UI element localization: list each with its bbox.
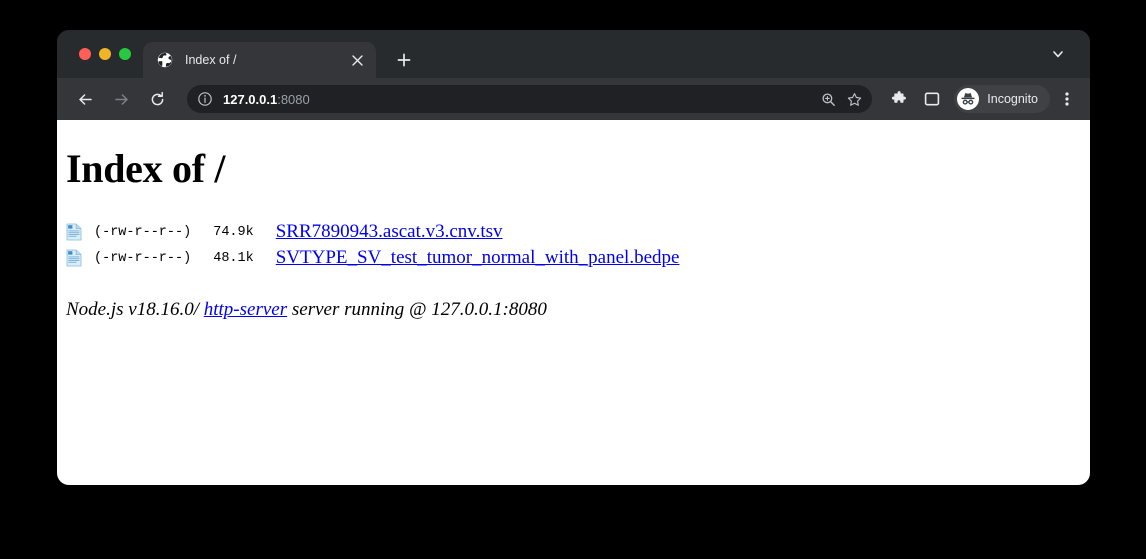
table-row[interactable]: (-rw-r--r--) 48.1k SVTYPE_SV_test_tumor_…: [66, 245, 679, 271]
file-document-icon: [66, 249, 82, 267]
close-tab-button[interactable]: [348, 51, 366, 69]
extensions-button[interactable]: [885, 85, 913, 113]
address-bar[interactable]: 127.0.0.1:8080: [187, 85, 873, 113]
reload-button[interactable]: [143, 85, 171, 113]
forward-button[interactable]: [107, 85, 135, 113]
file-name-cell: SRR7890943.ascat.v3.cnv.tsv: [276, 219, 680, 245]
side-panel-button[interactable]: [918, 85, 946, 113]
browser-menu-button[interactable]: [1054, 85, 1080, 113]
profile-incognito-button[interactable]: Incognito: [954, 85, 1050, 113]
globe-icon: [157, 52, 173, 68]
profile-label: Incognito: [987, 92, 1038, 106]
browser-window: Index of / 127.0.0.1:8080 Incognito Inde…: [57, 30, 1090, 485]
file-link[interactable]: SVTYPE_SV_test_tumor_normal_with_panel.b…: [276, 247, 680, 268]
directory-listing-table: (-rw-r--r--) 74.9k SRR7890943.ascat.v3.c…: [66, 219, 679, 271]
table-row[interactable]: (-rw-r--r--) 74.9k SRR7890943.ascat.v3.c…: [66, 219, 679, 245]
file-document-icon: [66, 223, 82, 241]
page-content: Index of / (-rw-r--r--) 74.9k SRR7890943…: [57, 120, 1090, 485]
bookmark-star-icon[interactable]: [842, 87, 866, 111]
browser-tab[interactable]: Index of /: [143, 42, 376, 78]
file-icon-cell: [66, 219, 94, 245]
file-icon-cell: [66, 245, 94, 271]
file-size: 48.1k: [213, 250, 254, 266]
file-permissions: (-rw-r--r--): [94, 224, 192, 240]
maximize-window-button[interactable]: [119, 48, 131, 60]
incognito-icon: [957, 88, 980, 110]
server-footer: Node.js v18.16.0/ http-server server run…: [66, 299, 1080, 321]
close-window-button[interactable]: [79, 48, 91, 60]
tab-strip: Index of /: [57, 30, 1090, 78]
address-bar-text: 127.0.0.1:8080: [223, 92, 814, 107]
footer-suffix: server running @ 127.0.0.1:8080: [287, 299, 547, 320]
footer-prefix: Node.js v18.16.0/: [66, 299, 204, 320]
minimize-window-button[interactable]: [99, 48, 111, 60]
browser-toolbar: 127.0.0.1:8080 Incognito: [57, 78, 1090, 120]
url-port: :8080: [277, 91, 310, 107]
file-link[interactable]: SRR7890943.ascat.v3.cnv.tsv: [276, 221, 503, 242]
chevron-down-icon[interactable]: [1044, 40, 1072, 68]
url-host: 127.0.0.1: [223, 91, 278, 107]
desktop-background: Index of / 127.0.0.1:8080 Incognito Inde…: [0, 0, 1146, 559]
zoom-in-icon[interactable]: [816, 87, 840, 111]
window-controls: [57, 30, 143, 78]
file-size: 74.9k: [213, 224, 254, 240]
file-name-cell: SVTYPE_SV_test_tumor_normal_with_panel.b…: [276, 245, 680, 271]
page-title: Index of /: [66, 146, 226, 191]
back-button[interactable]: [71, 85, 99, 113]
new-tab-button[interactable]: [390, 46, 418, 74]
tab-title: Index of /: [185, 53, 237, 67]
file-permissions: (-rw-r--r--): [94, 250, 192, 266]
info-circle-icon[interactable]: [197, 91, 213, 107]
http-server-link[interactable]: http-server: [204, 299, 287, 320]
